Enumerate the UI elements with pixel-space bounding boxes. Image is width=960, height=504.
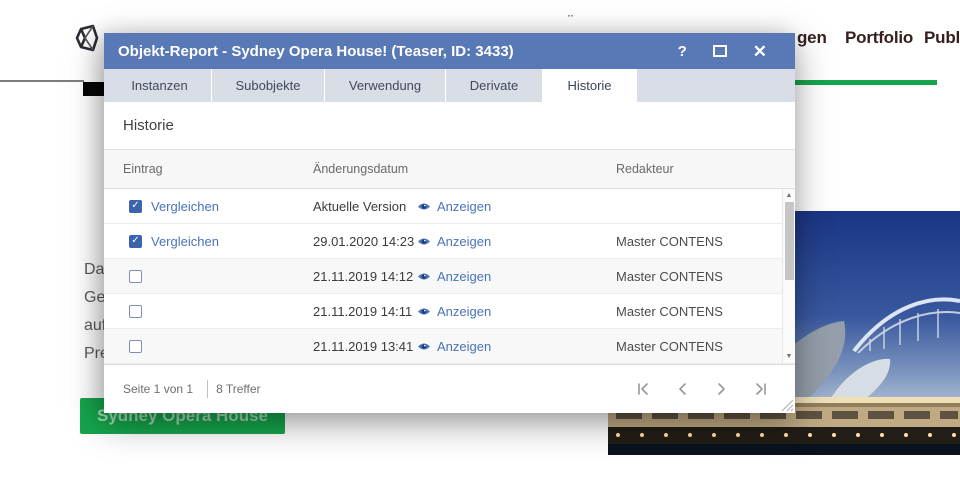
view-label[interactable]: Anzeigen: [437, 339, 491, 354]
view-link[interactable]: Anzeigen: [417, 189, 491, 223]
compare-cell: ✓ Vergleichen: [129, 224, 219, 258]
compare-checkbox[interactable]: [129, 270, 142, 283]
tab-subobjekte[interactable]: Subobjekte: [212, 69, 325, 102]
view-label[interactable]: Anzeigen: [437, 304, 491, 319]
eye-icon: [417, 341, 431, 352]
compare-checkbox[interactable]: [129, 340, 142, 353]
background-black-block: [83, 82, 105, 96]
compare-cell: [129, 259, 142, 293]
nav-item-portfolio[interactable]: Portfolio: [845, 28, 913, 48]
view-link[interactable]: Anzeigen: [417, 329, 491, 363]
view-link[interactable]: Anzeigen: [417, 294, 491, 328]
resize-handle[interactable]: [781, 399, 794, 412]
change-date: 29.01.2020 14:23: [313, 224, 414, 258]
dialog-footer: Seite 1 von 1 8 Treffer: [104, 364, 795, 413]
objekt-report-dialog: Objekt-Report - Sydney Opera House! (Tea…: [104, 33, 795, 413]
pagination: [637, 382, 767, 396]
first-page-button[interactable]: [637, 382, 650, 396]
text-fragment-2: auf: [84, 312, 105, 340]
last-page-button[interactable]: [754, 382, 767, 396]
dialog-titlebar[interactable]: Objekt-Report - Sydney Opera House! (Tea…: [104, 33, 795, 69]
help-icon[interactable]: ?: [678, 44, 687, 59]
history-row-2: 21.11.2019 14:12 Anzeigen Master CONTENS: [104, 259, 795, 294]
history-rows: ✓ Vergleichen Aktuelle Version Anzeigen ✓ Ver…: [104, 189, 795, 364]
editor-name: Master CONTENS: [616, 329, 723, 363]
history-row-3: 21.11.2019 14:11 Anzeigen Master CONTENS: [104, 294, 795, 329]
clipped-paragraph-fragments: DasGelaufPre: [84, 256, 105, 368]
tab-historie[interactable]: Historie: [543, 69, 637, 102]
tab-verwendung[interactable]: Verwendung: [325, 69, 446, 102]
footer-separator: [207, 380, 208, 398]
compare-checkbox[interactable]: ✓: [129, 235, 142, 248]
editor-name: Master CONTENS: [616, 259, 723, 293]
page-info: Seite 1 von 1: [123, 382, 193, 396]
scroll-down-icon[interactable]: ▼: [783, 353, 795, 360]
column-header-redakteur: Redakteur: [616, 162, 674, 176]
nav-item-publi[interactable]: Publi: [924, 28, 960, 48]
compare-cell: [129, 294, 142, 328]
green-accent-line: [795, 80, 937, 85]
previous-page-button[interactable]: [676, 382, 689, 396]
eye-icon: [417, 271, 431, 282]
compare-link[interactable]: Vergleichen: [151, 234, 219, 249]
change-date: 21.11.2019 13:41: [313, 329, 413, 363]
next-page-button[interactable]: [715, 382, 728, 396]
close-icon[interactable]: ✕: [753, 43, 767, 60]
scrollbar-thumb[interactable]: [785, 202, 794, 280]
view-link[interactable]: Anzeigen: [417, 224, 491, 258]
eye-icon: [417, 236, 431, 247]
nav-item-gen[interactable]: gen: [797, 28, 827, 48]
text-fragment-3: Pre: [84, 340, 105, 368]
section-title: Historie: [104, 102, 795, 149]
tab-instanzen[interactable]: Instanzen: [108, 69, 212, 102]
view-link[interactable]: Anzeigen: [417, 259, 491, 293]
compare-cell: [129, 329, 142, 363]
tab-derivate[interactable]: Derivate: [446, 69, 543, 102]
history-row-1: ✓ Vergleichen 29.01.2020 14:23 Anzeigen Mast…: [104, 224, 795, 259]
history-row-4: 21.11.2019 13:41 Anzeigen Master CONTENS: [104, 329, 795, 364]
header-divider: [0, 80, 84, 82]
scroll-up-icon[interactable]: ▲: [783, 192, 795, 199]
view-label[interactable]: Anzeigen: [437, 199, 491, 214]
table-header: Eintrag Änderungsdatum Redakteur: [104, 149, 795, 189]
text-fragment-1: Gel: [84, 284, 105, 312]
eye-icon: [417, 201, 431, 212]
change-date: Aktuelle Version: [313, 189, 406, 223]
site-logo-icon: [72, 23, 102, 53]
dialog-title: Objekt-Report - Sydney Opera House! (Tea…: [118, 43, 678, 60]
clipped-umlaut-fragment: ¨: [568, 13, 573, 31]
maximize-icon[interactable]: [713, 45, 727, 57]
vertical-scrollbar[interactable]: ▲ ▼: [782, 189, 795, 363]
change-date: 21.11.2019 14:12: [313, 259, 413, 293]
compare-checkbox[interactable]: [129, 305, 142, 318]
change-date: 21.11.2019 14:11: [313, 294, 412, 328]
eye-icon: [417, 306, 431, 317]
history-row-0: ✓ Vergleichen Aktuelle Version Anzeigen: [104, 189, 795, 224]
compare-checkbox[interactable]: ✓: [129, 200, 142, 213]
column-header-eintrag: Eintrag: [123, 162, 163, 176]
compare-cell: ✓ Vergleichen: [129, 189, 219, 223]
view-label[interactable]: Anzeigen: [437, 234, 491, 249]
editor-name: Master CONTENS: [616, 224, 723, 258]
dialog-tabbar: InstanzenSubobjekteVerwendungDerivateHis…: [104, 69, 795, 102]
editor-name: Master CONTENS: [616, 294, 723, 328]
compare-link[interactable]: Vergleichen: [151, 199, 219, 214]
view-label[interactable]: Anzeigen: [437, 269, 491, 284]
titlebar-actions: ? ✕: [678, 43, 781, 60]
text-fragment-0: Das: [84, 256, 105, 284]
results-count: 8 Treffer: [216, 382, 260, 396]
column-header-aenderungsdatum: Änderungsdatum: [313, 162, 408, 176]
